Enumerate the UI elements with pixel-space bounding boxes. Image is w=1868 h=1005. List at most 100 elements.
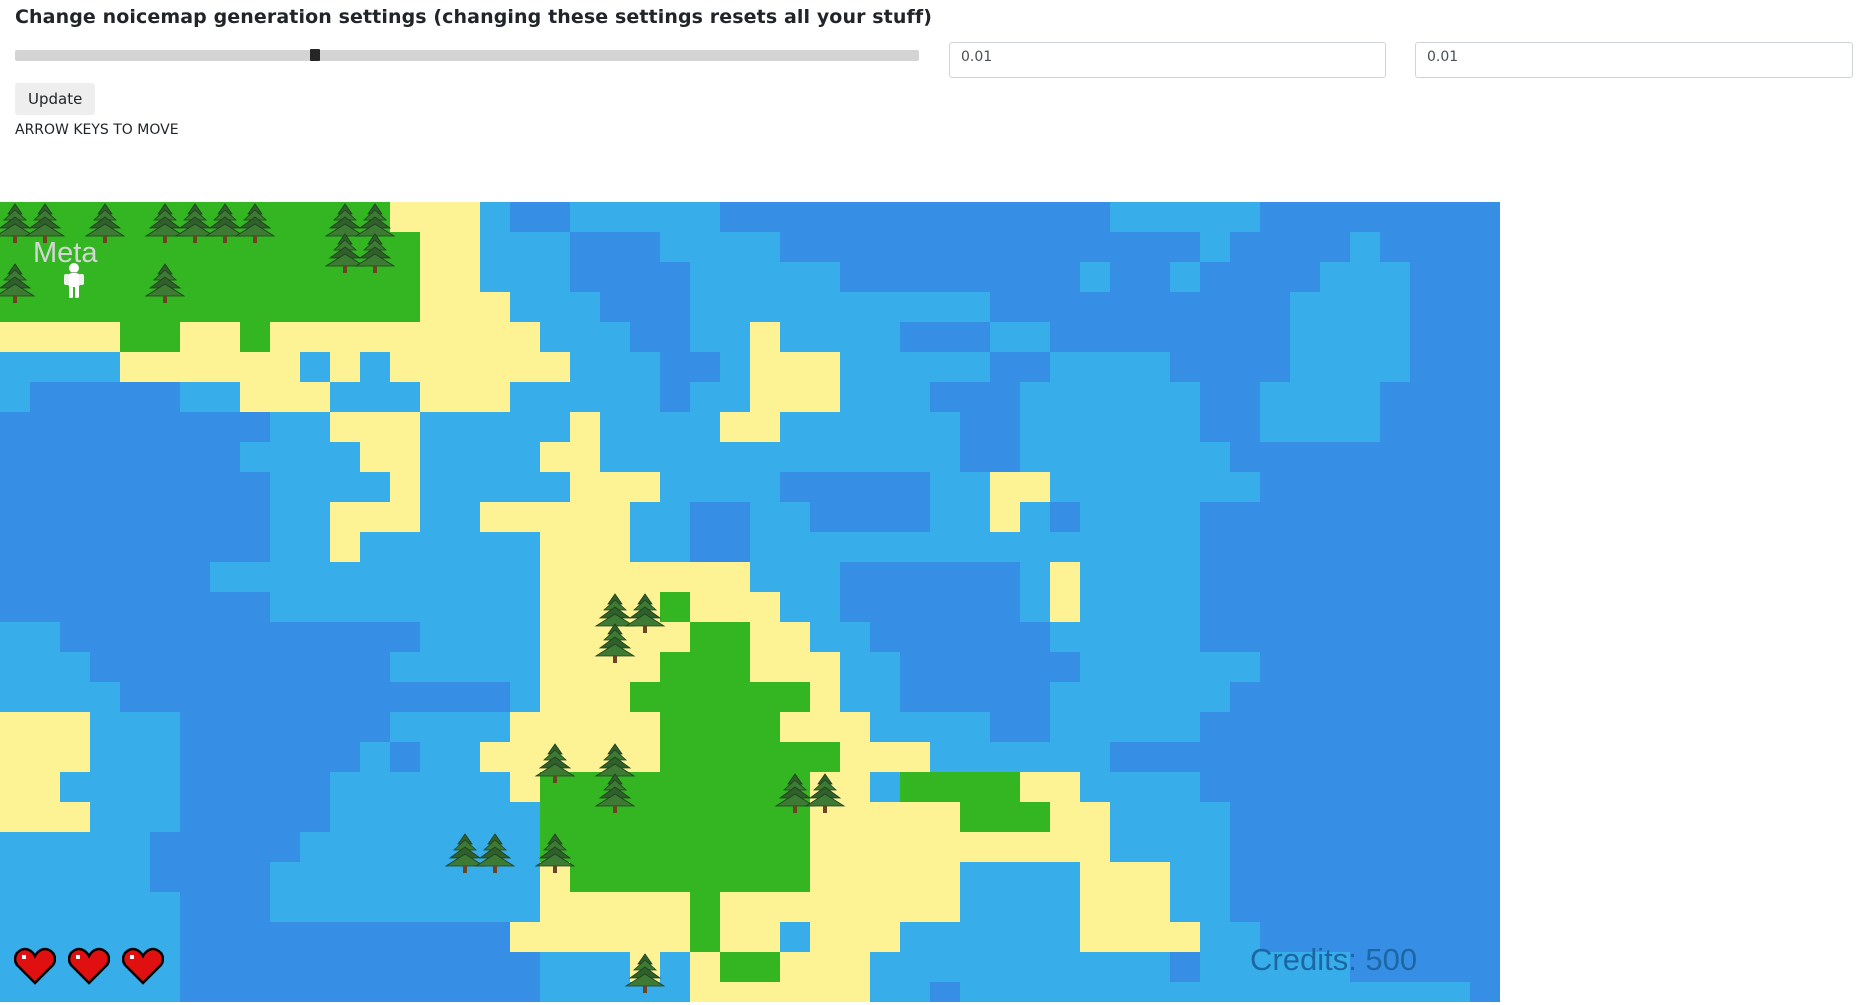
- map-tile: [1020, 982, 1050, 1002]
- map-tile: [720, 802, 750, 832]
- map-tile: [810, 832, 840, 862]
- map-tile: [720, 232, 750, 262]
- noise-scale-slider[interactable]: [15, 49, 919, 61]
- update-button[interactable]: Update: [15, 83, 96, 115]
- noise-param-input-1[interactable]: 0.01: [949, 42, 1386, 78]
- map-tile: [750, 802, 780, 832]
- map-tile: [1110, 412, 1140, 442]
- map-tile: [990, 802, 1020, 832]
- map-tile: [1110, 892, 1140, 922]
- map-tile: [720, 952, 750, 982]
- map-tile: [1140, 712, 1170, 742]
- map-tile: [420, 502, 450, 532]
- map-tile: [420, 442, 450, 472]
- map-tile: [540, 442, 570, 472]
- map-tile: [660, 562, 690, 592]
- slider-thumb[interactable]: [310, 49, 320, 61]
- map-tile: [960, 982, 990, 1002]
- map-tile: [540, 532, 570, 562]
- map-tile: [900, 532, 930, 562]
- map-tile: [810, 622, 840, 652]
- map-tile: [1320, 382, 1350, 412]
- map-tile: [240, 322, 270, 352]
- map-tile: [1140, 862, 1170, 892]
- map-tile: [870, 442, 900, 472]
- map-tile: [960, 832, 990, 862]
- map-tile: [1140, 682, 1170, 712]
- map-tile: [1020, 382, 1050, 412]
- map-tile: [1140, 532, 1170, 562]
- map-tile: [390, 202, 420, 232]
- map-tile: [420, 742, 450, 772]
- map-tile: [300, 532, 330, 562]
- map-tile: [0, 742, 30, 772]
- map-tile: [90, 352, 120, 382]
- noise-param-input-2[interactable]: 0.01: [1415, 42, 1853, 78]
- map-tile: [780, 832, 810, 862]
- map-tile: [30, 982, 60, 1002]
- map-tile: [30, 682, 60, 712]
- map-tile: [120, 832, 150, 862]
- map-tile: [960, 892, 990, 922]
- map-tile: [420, 292, 450, 322]
- map-tile: [1200, 952, 1230, 982]
- map-tile: [30, 742, 60, 772]
- map-tile: [1110, 202, 1140, 232]
- map-tile: [570, 802, 600, 832]
- map-tile: [690, 952, 720, 982]
- map-tile: [1110, 472, 1140, 502]
- map-tile: [1110, 652, 1140, 682]
- map-tile: [1170, 832, 1200, 862]
- map-tile: [90, 802, 120, 832]
- map-tile: [60, 802, 90, 832]
- map-tile: [360, 322, 390, 352]
- map-tile: [780, 742, 810, 772]
- map-tile: [480, 472, 510, 502]
- map-tile: [360, 742, 390, 772]
- map-tile: [270, 352, 300, 382]
- map-tile: [1140, 892, 1170, 922]
- map-tile: [1050, 442, 1080, 472]
- settings-title: Change noicemap generation settings (cha…: [15, 6, 933, 28]
- map-tile: [1410, 982, 1440, 1002]
- map-tile: [450, 622, 480, 652]
- game-canvas[interactable]: Meta Credits: 500: [0, 202, 1500, 1002]
- map-tile: [1080, 532, 1110, 562]
- map-tile: [930, 712, 960, 742]
- map-tile: [570, 202, 600, 232]
- map-tile: [810, 322, 840, 352]
- map-tile: [420, 322, 450, 352]
- map-tile: [900, 982, 930, 1002]
- map-tile: [120, 892, 150, 922]
- map-tile: [360, 592, 390, 622]
- map-tile: [330, 862, 360, 892]
- map-tile: [0, 352, 30, 382]
- map-tile: [990, 472, 1020, 502]
- map-tile: [30, 832, 60, 862]
- map-tile: [60, 712, 90, 742]
- map-tile: [270, 292, 300, 322]
- map-tile: [1080, 442, 1110, 472]
- map-tile: [540, 502, 570, 532]
- map-tile: [1170, 472, 1200, 502]
- map-tile: [660, 442, 690, 472]
- map-tile: [1350, 292, 1380, 322]
- map-tile: [1020, 922, 1050, 952]
- map-tile: [210, 562, 240, 592]
- map-tile: [450, 802, 480, 832]
- map-tile: [390, 292, 420, 322]
- map-tile: [1140, 472, 1170, 502]
- map-tile: [210, 262, 240, 292]
- map-tile: [30, 772, 60, 802]
- map-tile: [780, 562, 810, 592]
- map-tile: [450, 292, 480, 322]
- map-tile: [570, 652, 600, 682]
- map-tile: [750, 652, 780, 682]
- map-tile: [630, 832, 660, 862]
- map-tile: [180, 262, 210, 292]
- map-tile: [480, 442, 510, 472]
- map-tile: [390, 262, 420, 292]
- map-tile: [450, 502, 480, 532]
- map-tile: [750, 472, 780, 502]
- map-tile: [780, 442, 810, 472]
